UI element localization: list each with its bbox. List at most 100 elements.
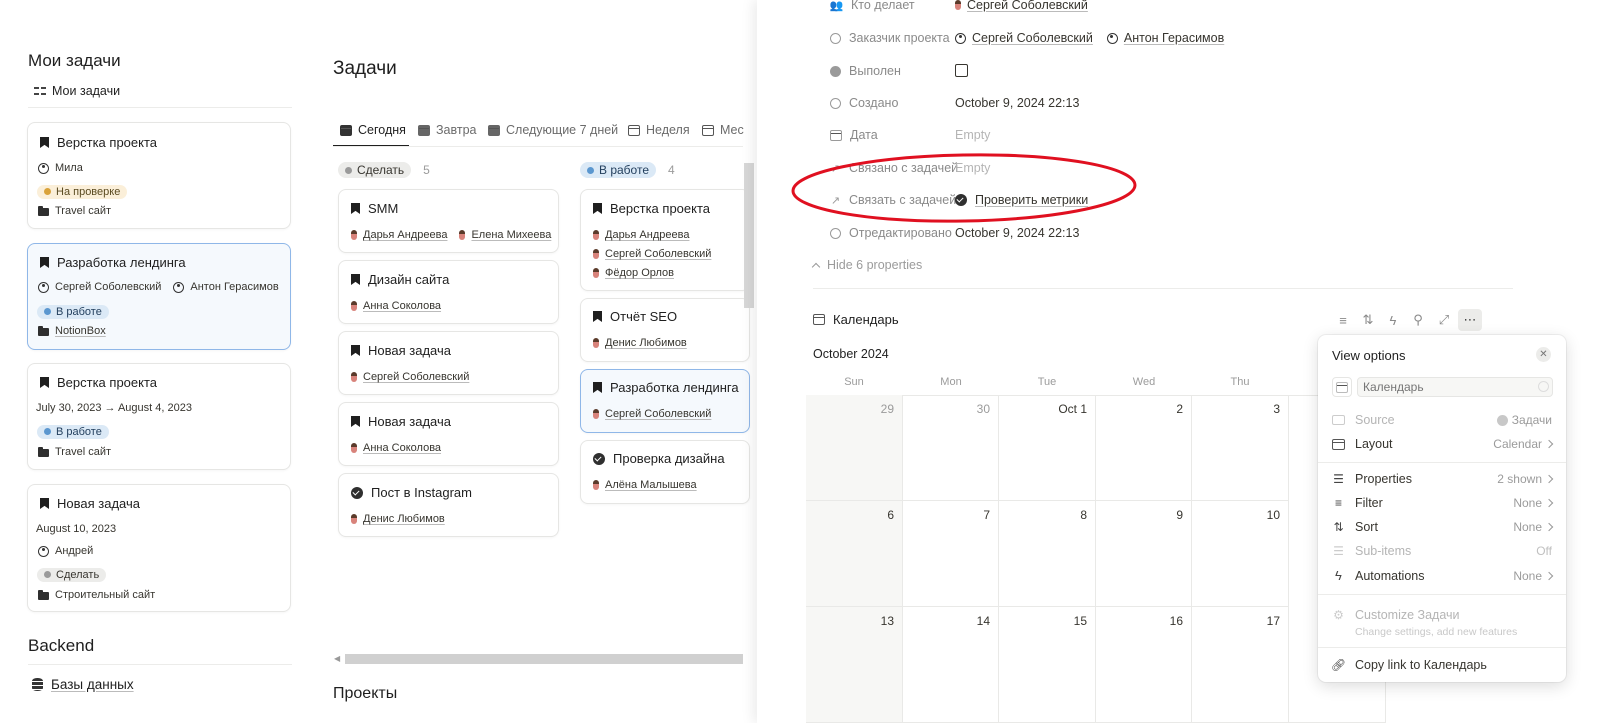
bookmark-icon bbox=[40, 498, 49, 509]
more-options-icon[interactable]: ⋯ bbox=[1458, 309, 1482, 331]
sort-icon[interactable]: ⇅ bbox=[1358, 311, 1378, 329]
card-person: Алёна Малышева bbox=[605, 479, 697, 491]
database-icon bbox=[32, 678, 43, 691]
automation-bolt-icon[interactable]: ϟ bbox=[1383, 311, 1403, 329]
view-name-input[interactable] bbox=[1357, 377, 1553, 397]
calendar-day-cell[interactable]: 3 bbox=[1192, 395, 1289, 501]
automations-row[interactable]: ϟ Automations None bbox=[1332, 568, 1554, 583]
sub-items-icon: ☰ bbox=[1333, 544, 1344, 558]
avatar bbox=[593, 409, 599, 419]
card-project: Строительный сайт bbox=[55, 589, 156, 601]
board-card[interactable]: Новая задача Анна Соколова bbox=[338, 402, 559, 466]
weekday-label: Thu bbox=[1230, 376, 1250, 388]
filter-row[interactable]: ≡ Filter None bbox=[1332, 496, 1554, 510]
done-checkbox[interactable] bbox=[955, 64, 968, 77]
folder-icon bbox=[38, 206, 49, 216]
tab-tomorrow[interactable]: Завтра bbox=[418, 123, 477, 137]
tab-month[interactable]: Мес bbox=[702, 123, 744, 137]
status-badge: В работе bbox=[580, 162, 657, 178]
calendar-day-cell[interactable]: Oct 1 bbox=[999, 395, 1096, 501]
board-card[interactable]: Верстка проекта Дарья Андреева Сергей Со… bbox=[580, 189, 750, 291]
horizontal-scrollbar[interactable] bbox=[345, 654, 743, 664]
status-badge: Сделать bbox=[338, 162, 412, 178]
avatar bbox=[955, 0, 961, 10]
card-title: Верстка проекта bbox=[57, 135, 158, 150]
card-title: Верстка проекта bbox=[610, 201, 711, 216]
info-icon bbox=[1538, 381, 1549, 392]
view-my-tasks[interactable]: Мои задачи bbox=[34, 84, 120, 98]
tab-week[interactable]: Неделя bbox=[628, 123, 690, 137]
my-task-card-3[interactable]: Верстка проекта July 30, 2023 → August 4… bbox=[27, 363, 291, 470]
calendar-day-cell[interactable]: 14 bbox=[903, 607, 999, 723]
vertical-scrollbar[interactable] bbox=[744, 163, 754, 308]
board-card[interactable]: Пост в Instagram Денис Любимов bbox=[338, 473, 559, 537]
card-person: Елена Михеева bbox=[471, 229, 552, 241]
card-person: Сергей Соболевский bbox=[605, 248, 712, 260]
calendar-day-cell[interactable]: 29 bbox=[806, 395, 903, 501]
column-todo-header[interactable]: Сделать 5 bbox=[338, 162, 430, 178]
card-person: Денис Любимов bbox=[605, 337, 687, 349]
card-project[interactable]: NotionBox bbox=[55, 325, 106, 337]
scroll-left-arrow[interactable]: ◀ bbox=[334, 654, 340, 663]
card-person: Антон Герасимов bbox=[190, 281, 279, 293]
tab-today[interactable]: Сегодня bbox=[340, 123, 406, 137]
close-icon[interactable]: ✕ bbox=[1536, 347, 1551, 362]
calendar-day-cell[interactable]: 10 bbox=[1192, 501, 1289, 607]
properties-row[interactable]: ☰ Properties 2 shown bbox=[1332, 472, 1554, 486]
board-card-selected[interactable]: Разработка лендинга Сергей Соболевский bbox=[580, 369, 750, 433]
prop-client-value[interactable]: Сергей Соболевский Антон Герасимов bbox=[955, 31, 1224, 45]
calendar-view-title[interactable]: Календарь bbox=[813, 312, 899, 327]
search-icon[interactable]: ⚲ bbox=[1408, 311, 1428, 329]
person-icon bbox=[955, 32, 966, 44]
card-title: Разработка лендинга bbox=[610, 380, 739, 395]
hide-properties-button[interactable]: Hide 6 properties bbox=[811, 258, 922, 272]
folder-icon bbox=[38, 447, 49, 457]
card-title: Верстка проекта bbox=[57, 375, 158, 390]
calendar-day-cell[interactable]: 30 bbox=[903, 395, 999, 501]
sort-row[interactable]: ⇅ Sort None bbox=[1332, 520, 1554, 534]
column-in-progress-header[interactable]: В работе 4 bbox=[580, 162, 675, 178]
prop-date-value[interactable]: Empty bbox=[955, 128, 990, 142]
my-task-card-4[interactable]: Новая задача August 10, 2023 Андрей Сдел… bbox=[27, 484, 291, 612]
my-task-card-2[interactable]: Разработка лендинга Сергей Соболевский Ан… bbox=[27, 243, 291, 350]
board-card[interactable]: Отчёт SEO Денис Любимов bbox=[580, 298, 750, 362]
calendar-day-cell[interactable]: 7 bbox=[903, 501, 999, 607]
bookmark-icon bbox=[40, 377, 49, 388]
layout-icon bbox=[1332, 438, 1345, 450]
board-card[interactable]: SMM Дарья Андреева Елена Михеева bbox=[338, 189, 559, 253]
status-badge: В работе bbox=[37, 424, 109, 439]
avatar bbox=[351, 301, 357, 311]
chevron-right-icon bbox=[1544, 571, 1554, 580]
board-card[interactable]: Новая задача Сергей Соболевский bbox=[338, 331, 559, 395]
calendar-day-cell[interactable]: 16 bbox=[1096, 607, 1192, 723]
avatar bbox=[351, 230, 357, 240]
copy-link-row[interactable]: 🔗︎ Copy link to Календарь bbox=[1331, 658, 1552, 672]
prop-assignee-value[interactable]: Сергей Соболевский bbox=[955, 0, 1088, 12]
calendar-day-cell[interactable]: 17 bbox=[1192, 607, 1289, 723]
view-icon-picker[interactable] bbox=[1332, 377, 1352, 397]
calendar-day-cell[interactable]: 13 bbox=[806, 607, 903, 723]
calendar-day-cell[interactable]: 8 bbox=[999, 501, 1096, 607]
prop-created-value: October 9, 2024 22:13 bbox=[955, 96, 1080, 110]
filter-icon: ≡ bbox=[1334, 496, 1342, 510]
check-circle-icon bbox=[351, 486, 363, 499]
board-card[interactable]: Дизайн сайта Анна Соколова bbox=[338, 260, 559, 324]
calendar-icon bbox=[830, 129, 842, 141]
card-title: Новая задача bbox=[368, 343, 451, 358]
prop-edited-label: Отредактировано bbox=[830, 226, 952, 240]
clock-icon bbox=[830, 227, 841, 239]
calendar-day-cell[interactable]: 2 bbox=[1096, 395, 1192, 501]
filter-icon[interactable]: ≡ bbox=[1333, 311, 1353, 329]
card-title: Новая задача bbox=[368, 414, 451, 429]
my-task-card-1[interactable]: Верстка проекта Мила На проверке Travel … bbox=[27, 122, 291, 229]
annotation-ellipse bbox=[791, 153, 1137, 223]
tab-next-7-days[interactable]: Следующие 7 дней bbox=[488, 123, 618, 137]
calendar-day-cell[interactable]: 9 bbox=[1096, 501, 1192, 607]
layout-row[interactable]: Layout Calendar bbox=[1332, 437, 1554, 451]
board-card[interactable]: Проверка дизайна Алёна Малышева bbox=[580, 440, 750, 504]
calendar-day-cell[interactable]: 6 bbox=[806, 501, 903, 607]
calendar-day-cell[interactable]: 15 bbox=[999, 607, 1096, 723]
databases-link[interactable]: Базы данных bbox=[32, 677, 134, 692]
card-person: Анна Соколова bbox=[363, 442, 442, 454]
expand-icon[interactable]: ⤢ bbox=[1434, 311, 1454, 329]
